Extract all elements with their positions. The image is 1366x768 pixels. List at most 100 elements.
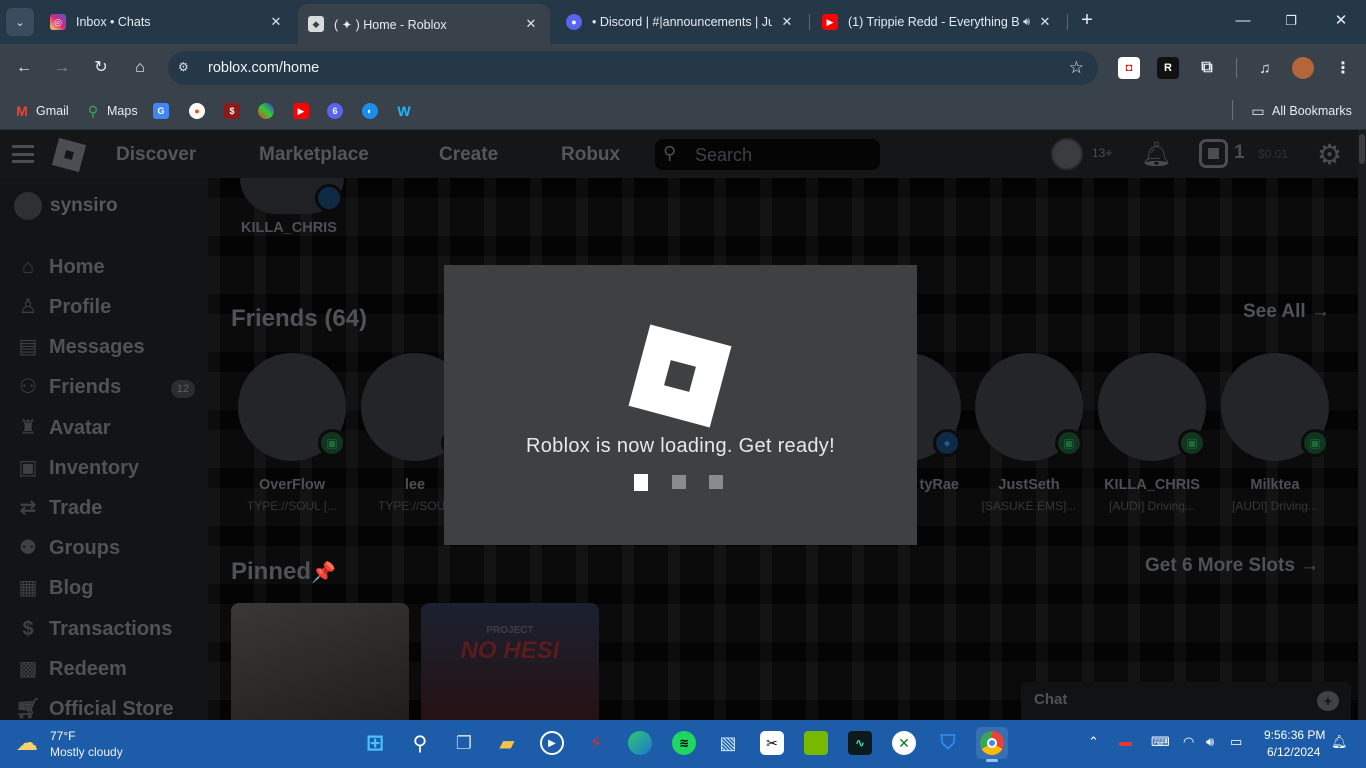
nav-robux[interactable]: Robux bbox=[561, 144, 620, 166]
sidebar-item-official-store[interactable]: 🛒︎ Official Store bbox=[14, 695, 173, 721]
robux-icon[interactable] bbox=[1199, 139, 1228, 168]
new-tab-button[interactable]: + bbox=[1076, 10, 1098, 32]
tab-youtube[interactable]: ▶ (1) Trippie Redd - Everything B 🔊︎ ✕ bbox=[812, 6, 1064, 38]
url-text[interactable]: roblox.com/home bbox=[208, 60, 319, 76]
header-avatar[interactable] bbox=[1051, 138, 1083, 170]
get-more-slots-link[interactable]: Get 6 More Slots → bbox=[1145, 555, 1319, 577]
back-icon[interactable]: ← bbox=[13, 57, 35, 79]
show-hidden-icons-chevron-icon[interactable]: ⌃ bbox=[1088, 734, 1099, 750]
volume-icon[interactable]: 🔊︎ bbox=[1206, 734, 1214, 750]
tab-instagram[interactable]: ◎ Inbox • Chats ✕ bbox=[40, 6, 295, 38]
friend-card[interactable]: ▣ JustSeth [SASUKE EMS]... bbox=[975, 353, 1083, 513]
capcut-icon[interactable]: ✂ bbox=[756, 727, 788, 759]
clock-date[interactable]: 6/12/2024 bbox=[1267, 745, 1320, 759]
profile-avatar-icon[interactable] bbox=[1292, 57, 1314, 79]
bookmark-translate[interactable]: G bbox=[153, 100, 175, 122]
file-explorer-icon[interactable]: ▰ bbox=[491, 727, 523, 759]
close-tab-icon[interactable]: ✕ bbox=[267, 14, 285, 30]
see-all-link[interactable]: See All → bbox=[1243, 301, 1330, 323]
friend-card[interactable]: ▣ Milktea [AUDI] Driving... bbox=[1221, 353, 1329, 513]
bookmark-star-icon[interactable]: ☆ bbox=[1069, 58, 1084, 78]
sidebar-item-friends[interactable]: ⚇ Friends bbox=[14, 373, 121, 401]
chrome-icon[interactable] bbox=[976, 727, 1008, 762]
sidebar-item-avatar[interactable]: ♜ Avatar bbox=[14, 414, 110, 442]
close-tab-icon[interactable]: ✕ bbox=[522, 16, 540, 32]
sidebar-item-redeem[interactable]: ▩ Redeem bbox=[14, 655, 127, 683]
hamburger-menu-icon[interactable] bbox=[12, 145, 34, 163]
page-scrollbar[interactable] bbox=[1358, 130, 1366, 720]
close-window-icon[interactable]: ✕ bbox=[1331, 10, 1351, 32]
pinned-game-card[interactable]: PROJECT NO HESI bbox=[421, 603, 599, 720]
bookmark-gmail[interactable]: M Gmail bbox=[14, 100, 69, 122]
tray-app-icon[interactable]: ▬ bbox=[1119, 734, 1132, 749]
bookmark-w[interactable]: W bbox=[396, 100, 418, 122]
close-tab-icon[interactable]: ✕ bbox=[1036, 14, 1054, 30]
extension-roblox-icon[interactable]: R bbox=[1157, 57, 1179, 79]
nav-marketplace[interactable]: Marketplace bbox=[259, 144, 369, 166]
search-icon[interactable]: ⚲ bbox=[404, 727, 436, 759]
weather-description[interactable]: Mostly cloudy bbox=[50, 745, 123, 759]
battery-icon[interactable]: ▭ bbox=[1230, 734, 1242, 750]
sidebar-user[interactable]: synsiro bbox=[14, 192, 118, 220]
sidebar-item-inventory[interactable]: ▣ Inventory bbox=[14, 454, 139, 482]
nav-create[interactable]: Create bbox=[439, 144, 498, 166]
roblox-logo-icon[interactable] bbox=[51, 137, 87, 173]
clock-time[interactable]: 9:56:36 PM bbox=[1264, 728, 1325, 742]
weather-temperature[interactable]: 77°F bbox=[50, 729, 75, 743]
sidebar-item-transactions[interactable]: $ Transactions bbox=[14, 615, 172, 643]
tab-roblox[interactable]: ◆ ( ✦ ) Home - Roblox ✕ bbox=[298, 4, 550, 44]
friends-heading[interactable]: Friends (64) bbox=[231, 305, 367, 333]
speaker-icon[interactable]: 🔊︎ bbox=[1023, 16, 1030, 29]
friend-card[interactable]: ▣ KILLA_CHRIS [AUDI] Driving... bbox=[1098, 353, 1206, 513]
audio-app-icon[interactable]: ∿ bbox=[844, 727, 876, 759]
media-player-icon[interactable]: ▶ bbox=[536, 727, 568, 759]
notification-bell-icon[interactable]: 🔔︎ bbox=[1331, 734, 1348, 750]
bookmark-edge[interactable]: ◐ bbox=[362, 100, 384, 122]
bookmark-maps[interactable]: ⚲ Maps bbox=[85, 100, 138, 122]
keyboard-icon[interactable]: ⌨ bbox=[1151, 734, 1170, 750]
bookmark-reddit[interactable]: ● bbox=[189, 100, 211, 122]
media-control-icon[interactable]: ♫ bbox=[1254, 57, 1276, 79]
forward-icon[interactable]: → bbox=[51, 57, 73, 79]
search-input[interactable]: ⚲ Search bbox=[655, 139, 880, 170]
wifi-icon[interactable]: ◠ bbox=[1183, 734, 1194, 750]
sidebar-item-blog[interactable]: ▦ Blog bbox=[14, 574, 94, 602]
bookmark-app[interactable]: $ bbox=[224, 100, 246, 122]
sidebar-item-trade[interactable]: ⇄ Trade bbox=[14, 494, 103, 522]
nav-discover[interactable]: Discover bbox=[116, 144, 196, 166]
bookmark-youtube[interactable]: ▶ bbox=[293, 100, 315, 122]
tab-search-button[interactable]: ⌄ bbox=[6, 8, 34, 36]
top-friend-name[interactable]: KILLA_CHRIS bbox=[241, 220, 337, 236]
pinned-heading[interactable]: Pinned📌 bbox=[231, 558, 336, 586]
chat-panel[interactable]: Chat + bbox=[1021, 682, 1351, 720]
all-bookmarks[interactable]: ▭ All Bookmarks bbox=[1250, 100, 1352, 122]
address-bar[interactable]: ⚙ roblox.com/home ☆ bbox=[168, 51, 1098, 85]
xbox-icon[interactable]: ✕ bbox=[888, 727, 920, 759]
cloudy-weather-icon[interactable]: ☁ bbox=[16, 730, 38, 756]
sidebar-item-profile[interactable]: ♙ Profile bbox=[14, 293, 111, 321]
app-red-icon[interactable]: ⚡ bbox=[580, 727, 612, 759]
notification-bell-icon[interactable]: 🔔︎ bbox=[1141, 140, 1171, 169]
minimize-icon[interactable]: — bbox=[1233, 10, 1253, 32]
reload-icon[interactable]: ↻ bbox=[90, 57, 112, 79]
extension-pocket-icon[interactable]: ◘ bbox=[1118, 57, 1140, 79]
close-tab-icon[interactable]: ✕ bbox=[778, 14, 796, 30]
bookmark-colorful[interactable] bbox=[258, 100, 280, 122]
tab-discord[interactable]: ● • Discord | #|announcements | Juj ✕ bbox=[556, 6, 806, 38]
new-chat-icon[interactable]: + bbox=[1317, 691, 1339, 711]
photos-icon[interactable]: ▧ bbox=[712, 727, 744, 759]
task-view-icon[interactable]: ❐ bbox=[448, 727, 480, 759]
home-icon[interactable]: ⌂ bbox=[129, 57, 151, 79]
restore-icon[interactable]: ❐ bbox=[1281, 10, 1301, 32]
edge-icon[interactable] bbox=[624, 727, 656, 759]
defender-shield-icon[interactable]: ⛉ bbox=[932, 727, 964, 759]
menu-kebab-icon[interactable]: ⋮ bbox=[1332, 57, 1354, 79]
site-info-icon[interactable]: ⚙ bbox=[178, 60, 194, 76]
settings-gear-icon[interactable]: ⚙ bbox=[1317, 138, 1342, 171]
bookmark-discord[interactable]: 6 bbox=[327, 100, 349, 122]
pinned-game-card[interactable] bbox=[231, 603, 409, 720]
sidebar-item-groups[interactable]: ⚉ Groups bbox=[14, 534, 120, 562]
nvidia-icon[interactable] bbox=[800, 727, 832, 759]
friend-card[interactable]: ▣ OverFlow TYPE://SOUL [... bbox=[238, 353, 346, 513]
extensions-puzzle-icon[interactable]: ⧉ bbox=[1196, 57, 1218, 79]
